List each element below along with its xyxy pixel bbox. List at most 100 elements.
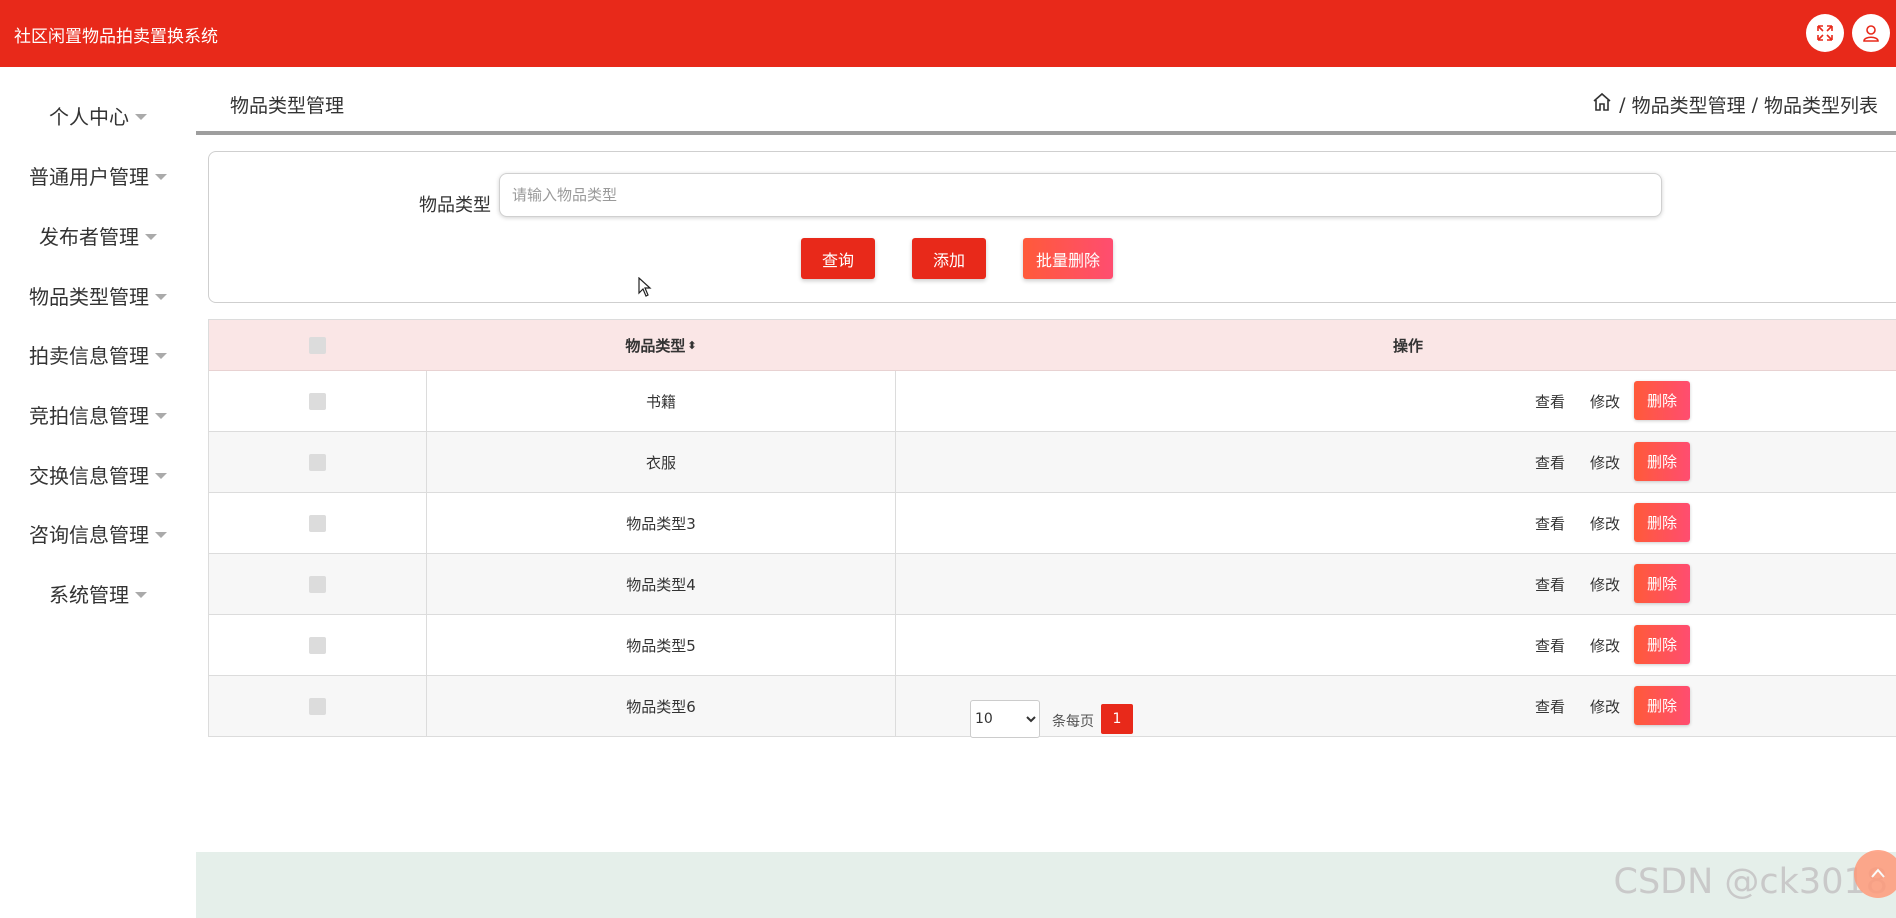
chevron-down-icon — [155, 531, 167, 538]
edit-link[interactable]: 修改 — [1590, 452, 1620, 473]
page-size-select[interactable]: 10 — [970, 700, 1040, 738]
chevron-down-icon — [155, 173, 167, 180]
chevron-down-icon — [155, 472, 167, 479]
table-row: 书籍 查看 修改 删除 — [209, 371, 1896, 432]
search-panel: 物品类型 查询 添加 批量删除 — [208, 151, 1896, 303]
sidebar-item-label: 竞拍信息管理 — [29, 404, 149, 428]
top-bar: 社区闲置物品拍卖置换系统 — [0, 0, 1896, 67]
sidebar-item-auctions[interactable]: 拍卖信息管理 — [0, 340, 196, 369]
actions-cell: 查看 修改 删除 — [896, 432, 1896, 492]
header-type-cell[interactable]: 物品类型 ⬍ — [426, 320, 896, 370]
delete-button[interactable]: 删除 — [1634, 564, 1690, 603]
row-checkbox[interactable] — [309, 575, 326, 593]
actions-cell: 查看 修改 删除 — [896, 493, 1896, 553]
sidebar-item-consultations[interactable]: 咨询信息管理 — [0, 519, 196, 548]
header-actions-cell: 操作 — [896, 320, 1896, 370]
chevron-down-icon — [155, 412, 167, 419]
delete-button[interactable]: 删除 — [1634, 381, 1690, 420]
edit-link[interactable]: 修改 — [1590, 635, 1620, 656]
breadcrumb-separator: / — [1619, 93, 1626, 116]
row-checkbox[interactable] — [309, 636, 326, 654]
delete-button[interactable]: 删除 — [1634, 442, 1690, 481]
checkbox-cell — [209, 493, 426, 553]
edit-link[interactable]: 修改 — [1590, 574, 1620, 595]
item-type-search-input[interactable] — [499, 173, 1662, 217]
table-row: 物品类型4 查看 修改 删除 — [209, 554, 1896, 615]
sidebar-item-publishers[interactable]: 发布者管理 — [0, 221, 196, 250]
query-button[interactable]: 查询 — [801, 238, 875, 279]
edit-link[interactable]: 修改 — [1590, 391, 1620, 412]
sidebar: 个人中心 普通用户管理 发布者管理 物品类型管理 拍卖信息管理 竞拍信息管理 交… — [0, 67, 196, 918]
pagination: 10 条每页 1 — [0, 700, 1896, 740]
delete-button[interactable]: 删除 — [1634, 503, 1690, 542]
sort-icon[interactable]: ⬍ — [687, 340, 696, 351]
breadcrumb-path: / 物品类型管理 / 物品类型列表 — [1591, 91, 1878, 118]
page-number-button[interactable]: 1 — [1101, 704, 1133, 734]
view-link[interactable]: 查看 — [1535, 635, 1565, 656]
item-type-table: 物品类型⬍ 操作 书籍 查看 修改 删除 衣服 查看 修改 删除 物品类型3 — [208, 319, 1896, 737]
column-header-type: 物品类型 — [625, 336, 686, 355]
add-button[interactable]: 添加 — [912, 238, 986, 279]
sidebar-item-label: 发布者管理 — [39, 225, 139, 249]
actions-cell: 查看 修改 删除 — [896, 615, 1896, 675]
checkbox-cell — [209, 432, 426, 492]
sidebar-item-item-types[interactable]: 物品类型管理 — [0, 281, 196, 310]
checkbox-cell — [209, 371, 426, 431]
home-icon[interactable] — [1591, 91, 1613, 118]
sidebar-item-label: 普通用户管理 — [29, 165, 149, 189]
chevron-down-icon — [155, 293, 167, 300]
view-link[interactable]: 查看 — [1535, 391, 1565, 412]
checkbox-cell — [209, 554, 426, 614]
row-checkbox[interactable] — [309, 514, 326, 532]
edit-link[interactable]: 修改 — [1590, 513, 1620, 534]
select-all-checkbox[interactable] — [309, 336, 326, 354]
header-checkbox-cell — [209, 320, 426, 370]
view-link[interactable]: 查看 — [1535, 452, 1565, 473]
breadcrumb-item-item-types[interactable]: 物品类型管理 — [1632, 91, 1746, 118]
mouse-cursor-icon — [638, 276, 652, 301]
table-header: 物品类型 ⬍ 操作 — [209, 320, 1896, 371]
checkbox-cell — [209, 615, 426, 675]
type-cell: 物品类型4 — [426, 554, 896, 614]
table-row: 衣服 查看 修改 删除 — [209, 432, 1896, 493]
per-page-label: 条每页 — [1052, 714, 1094, 730]
chevron-down-icon — [135, 113, 147, 120]
chevron-down-icon — [135, 591, 147, 598]
chevron-down-icon — [145, 233, 157, 240]
sidebar-item-personal-center[interactable]: 个人中心 — [0, 101, 196, 130]
table-row: 物品类型3 查看 修改 删除 — [209, 493, 1896, 554]
actions-cell: 查看 修改 删除 — [896, 371, 1896, 431]
sidebar-item-label: 个人中心 — [49, 105, 129, 129]
breadcrumb-separator: / — [1751, 93, 1758, 116]
user-icon[interactable] — [1852, 14, 1890, 52]
column-header-actions: 操作 — [1393, 336, 1424, 355]
type-cell: 书籍 — [426, 371, 896, 431]
search-label: 物品类型 — [419, 195, 491, 216]
app-title: 社区闲置物品拍卖置换系统 — [14, 27, 218, 47]
page-title: 物品类型管理 — [230, 95, 345, 117]
sidebar-item-system[interactable]: 系统管理 — [0, 579, 196, 608]
view-link[interactable]: 查看 — [1535, 574, 1565, 595]
watermark: CSDN @ck3018 — [1613, 862, 1889, 902]
main-content: 物品类型管理 / 物品类型管理 / 物品类型列表 物品类型 查询 添加 批量删除… — [196, 67, 1896, 918]
actions-cell: 查看 修改 删除 — [896, 554, 1896, 614]
type-cell: 物品类型3 — [426, 493, 896, 553]
view-link[interactable]: 查看 — [1535, 513, 1565, 534]
sidebar-item-exchanges[interactable]: 交换信息管理 — [0, 460, 196, 489]
floating-action-button[interactable] — [1854, 850, 1896, 898]
batch-delete-button[interactable]: 批量删除 — [1023, 238, 1113, 279]
type-cell: 衣服 — [426, 432, 896, 492]
fullscreen-icon[interactable] — [1806, 14, 1844, 52]
sidebar-item-label: 系统管理 — [49, 583, 129, 607]
sidebar-item-users[interactable]: 普通用户管理 — [0, 161, 196, 190]
row-checkbox[interactable] — [309, 392, 326, 410]
sidebar-item-label: 物品类型管理 — [29, 285, 149, 309]
chevron-down-icon — [155, 352, 167, 359]
delete-button[interactable]: 删除 — [1634, 625, 1690, 664]
row-checkbox[interactable] — [309, 453, 326, 471]
breadcrumb-item-item-type-list: 物品类型列表 — [1763, 95, 1878, 117]
sidebar-item-label: 交换信息管理 — [29, 464, 149, 488]
table-row: 物品类型5 查看 修改 删除 — [209, 615, 1896, 676]
sidebar-item-bids[interactable]: 竞拍信息管理 — [0, 400, 196, 429]
sidebar-item-label: 咨询信息管理 — [29, 523, 149, 547]
